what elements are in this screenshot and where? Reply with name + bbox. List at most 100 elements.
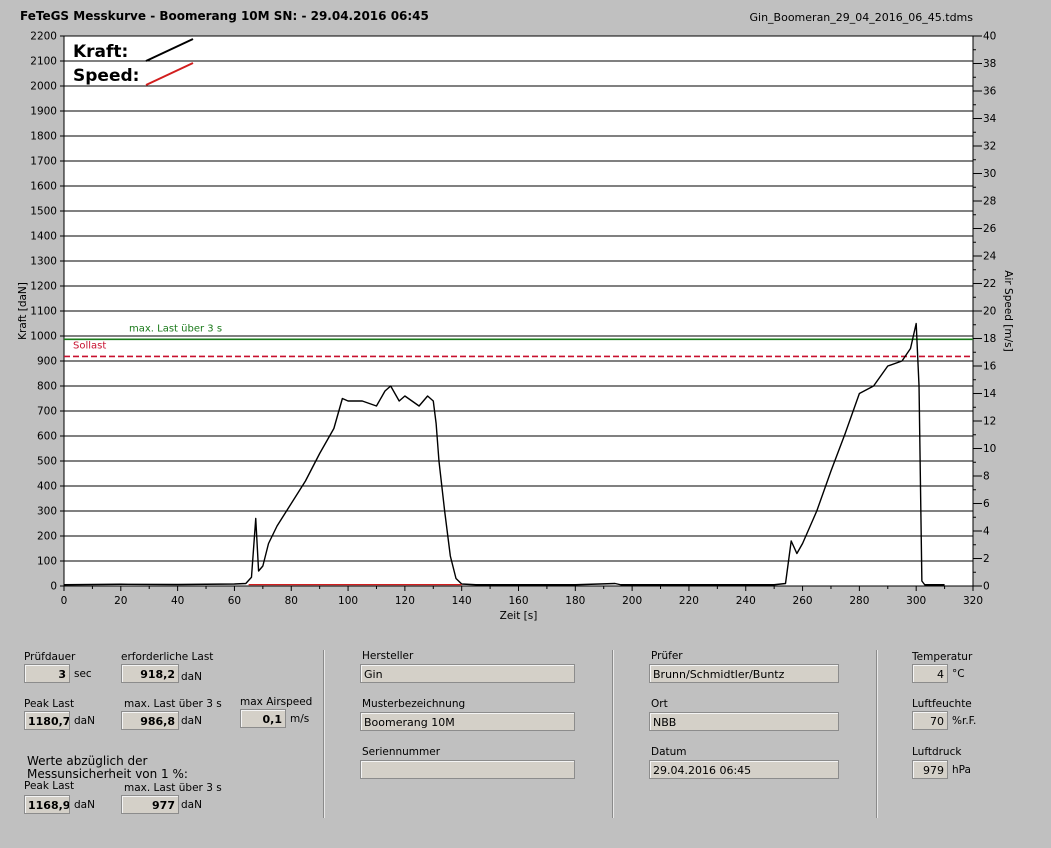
y-tick-label: 2000: [30, 81, 57, 93]
y-axis-label: Kraft [daN]: [17, 282, 29, 340]
y2-tick-label: 6: [983, 498, 990, 510]
max-airspeed-value: 0,1: [240, 709, 286, 728]
pruefdauer-value: 3: [24, 664, 70, 683]
pruefer-field[interactable]: Brunn/Schmidtler/Buntz: [649, 664, 839, 683]
erforderliche-last-unit: daN: [181, 671, 202, 683]
y-tick-label: 2200: [30, 31, 57, 43]
musterbezeichnung-field[interactable]: Boomerang 10M: [360, 712, 575, 731]
temperatur-unit: °C: [952, 668, 965, 680]
y2-tick-label: 14: [983, 388, 997, 400]
y-tick-label: 1800: [30, 131, 57, 143]
pruefer-label: Prüfer: [651, 650, 683, 662]
y2-tick-label: 2: [983, 553, 990, 565]
y-tick-label: 400: [37, 481, 57, 493]
legend-kraft-label: Kraft:: [73, 42, 128, 62]
temperatur-value: 4: [912, 664, 948, 683]
x-tick-label: 100: [338, 595, 358, 607]
y2-axis-label: Air Speed [m/s]: [1002, 270, 1014, 351]
y2-tick-label: 28: [983, 196, 996, 208]
x-tick-label: 120: [395, 595, 415, 607]
y-tick-label: 800: [37, 381, 57, 393]
y2-tick-label: 40: [983, 31, 996, 43]
y-tick-label: 2100: [30, 56, 57, 68]
peak-last-2-label: Peak Last: [24, 780, 75, 792]
pruefdauer-label: Prüfdauer: [24, 651, 76, 663]
separator: [876, 650, 877, 818]
x-tick-label: 320: [963, 595, 983, 607]
peak-last-2-value: 1168,9: [24, 795, 70, 814]
y-tick-label: 0: [50, 581, 57, 593]
ort-field[interactable]: NBB: [649, 712, 839, 731]
peak-last-label: Peak Last: [24, 698, 75, 710]
y2-tick-label: 38: [983, 58, 996, 70]
y2-tick-label: 20: [983, 306, 996, 318]
y-tick-label: 1400: [30, 231, 57, 243]
x-tick-label: 20: [114, 595, 127, 607]
y2-tick-label: 10: [983, 443, 996, 455]
max-last-unit: daN: [181, 715, 202, 727]
erforderliche-last-value: 918,2: [121, 664, 179, 683]
note-line-1: Werte abzüglich der: [27, 754, 148, 768]
y2-tick-label: 16: [983, 361, 997, 373]
y-tick-label: 200: [37, 531, 57, 543]
y2-tick-label: 22: [983, 278, 996, 290]
separator: [612, 650, 613, 818]
luftdruck-label: Luftdruck: [912, 746, 962, 758]
y-tick-label: 1700: [30, 156, 57, 168]
y-tick-label: 1500: [30, 206, 57, 218]
x-tick-label: 160: [508, 595, 528, 607]
seriennummer-label: Seriennummer: [362, 746, 441, 758]
temperatur-label: Temperatur: [912, 651, 973, 663]
x-tick-label: 240: [736, 595, 756, 607]
max-last-2-value: 977: [121, 795, 179, 814]
force-chart: 0100200300400500600700800900100011001200…: [17, 31, 1014, 623]
max-last-label: max. Last über 3 s: [124, 698, 222, 710]
legend-speed-label: Speed:: [73, 66, 139, 86]
y2-tick-label: 12: [983, 416, 996, 428]
separator: [323, 650, 324, 818]
y-tick-label: 900: [37, 356, 57, 368]
x-tick-label: 140: [452, 595, 472, 607]
x-tick-label: 280: [849, 595, 869, 607]
luftdruck-value: 979: [912, 760, 948, 779]
hersteller-field[interactable]: Gin: [360, 664, 575, 683]
y2-tick-label: 8: [983, 471, 990, 483]
peak-last-value: 1180,7: [24, 711, 70, 730]
musterbezeichnung-label: Musterbezeichnung: [362, 698, 466, 710]
luftfeuchte-value: 70: [912, 711, 948, 730]
max-last-line-label: max. Last über 3 s: [129, 323, 222, 334]
y-tick-label: 100: [37, 556, 57, 568]
y-tick-label: 300: [37, 506, 57, 518]
y-tick-label: 500: [37, 456, 57, 468]
luftdruck-unit: hPa: [952, 764, 971, 776]
y2-tick-label: 34: [983, 113, 997, 125]
x-tick-label: 180: [565, 595, 585, 607]
seriennummer-field[interactable]: [360, 760, 575, 779]
max-last-value: 986,8: [121, 711, 179, 730]
luftfeuchte-label: Luftfeuchte: [912, 698, 972, 710]
y-tick-label: 1200: [30, 281, 57, 293]
y-tick-label: 1100: [30, 306, 57, 318]
luftfeuchte-unit: %r.F.: [952, 715, 977, 727]
datum-field[interactable]: 29.04.2016 06:45: [649, 760, 839, 779]
x-tick-label: 0: [61, 595, 68, 607]
peak-last-unit: daN: [74, 715, 95, 727]
y2-tick-label: 0: [983, 581, 990, 593]
y-tick-label: 1300: [30, 256, 57, 268]
max-airspeed-label: max Airspeed: [240, 696, 313, 708]
hersteller-label: Hersteller: [362, 650, 414, 662]
y-tick-label: 600: [37, 431, 57, 443]
x-tick-label: 260: [793, 595, 813, 607]
note-line-2: Messunsicherheit von 1 %:: [27, 767, 188, 781]
y2-tick-label: 32: [983, 141, 996, 153]
peak-last-2-unit: daN: [74, 799, 95, 811]
x-tick-label: 80: [285, 595, 298, 607]
datum-label: Datum: [651, 746, 687, 758]
y-tick-label: 1600: [30, 181, 57, 193]
y-tick-label: 700: [37, 406, 57, 418]
x-tick-label: 300: [906, 595, 926, 607]
y-tick-label: 1900: [30, 106, 57, 118]
x-axis-label: Zeit [s]: [500, 610, 538, 622]
y2-tick-label: 24: [983, 251, 997, 263]
x-tick-label: 40: [171, 595, 184, 607]
